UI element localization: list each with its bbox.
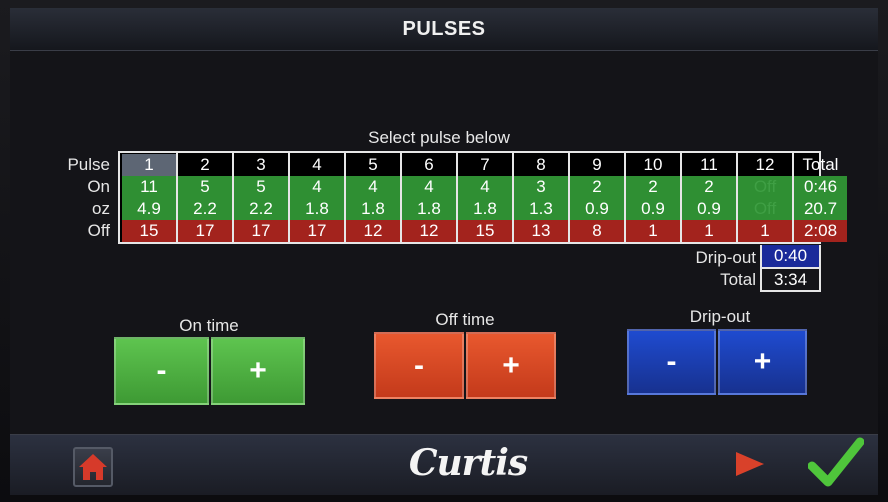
- row-label-pulse: Pulse: [67, 155, 110, 174]
- pulse-3-num-cell[interactable]: 3: [234, 154, 288, 176]
- home-icon: [79, 454, 107, 480]
- pulse-9-num-cell[interactable]: 9: [570, 154, 624, 176]
- pulse-4-off-cell: 17: [290, 220, 344, 242]
- pulse-6-on-cell: 4: [402, 176, 456, 198]
- header-bar: PULSES: [10, 8, 878, 51]
- pulse-2-num-cell[interactable]: 2: [178, 154, 232, 176]
- row-label-oz: oz: [92, 199, 110, 218]
- off-time-plus-button[interactable]: +: [466, 332, 556, 399]
- pulse-11-off-cell: 1: [682, 220, 736, 242]
- pulse-11-oz-cell: 0.9: [682, 198, 736, 220]
- on-time-plus-button[interactable]: +: [211, 337, 305, 405]
- pulse-table: 1 11 4.9 15 2 5 2.2 17 3 5 2.2 17 4 4 1.8 17 5 4 1.8 12 6 4 1.…: [118, 151, 847, 244]
- pulse-10-on-cell: 2: [626, 176, 680, 198]
- pulse-5-oz-cell: 1.8: [346, 198, 400, 220]
- pulse-5-on-cell: 4: [346, 176, 400, 198]
- drip-out-minus-button[interactable]: -: [627, 329, 716, 395]
- pulse-5-off-cell: 12: [346, 220, 400, 242]
- pulse-3-oz-cell: 2.2: [234, 198, 288, 220]
- drip-out-control-label: Drip-out: [689, 307, 751, 326]
- pulse-6-oz-cell: 1.8: [402, 198, 456, 220]
- pulse-9-on-cell: 2: [570, 176, 624, 198]
- pulse-12-oz-cell: Off: [738, 198, 792, 220]
- curtis-logo: Curtis: [408, 442, 528, 484]
- pulse-7-num-cell[interactable]: 7: [458, 154, 512, 176]
- pulse-6-num-cell[interactable]: 6: [402, 154, 456, 176]
- pulse-8-num-cell[interactable]: 8: [514, 154, 568, 176]
- total-off-cell: 2:08: [794, 220, 847, 242]
- pulse-3-on-cell: 5: [234, 176, 288, 198]
- drip-out-summary: 0:40 3:34: [760, 245, 821, 292]
- total-label-cell: Total: [802, 155, 839, 174]
- row-label-on: On: [87, 177, 110, 196]
- home-button[interactable]: [73, 447, 113, 487]
- pulse-4-on-cell: 4: [290, 176, 344, 198]
- pulse-11-num-cell[interactable]: 11: [682, 154, 736, 176]
- pulse-12-on-cell: Off: [738, 176, 792, 198]
- row-label-off: Off: [87, 221, 110, 240]
- pulse-5-num-cell[interactable]: 5: [346, 154, 400, 176]
- pulse-1-oz-cell: 4.9: [122, 198, 176, 220]
- pulse-7-on-cell: 4: [458, 176, 512, 198]
- play-arrow-icon[interactable]: [732, 449, 768, 479]
- pulse-10-num-cell[interactable]: 10: [626, 154, 680, 176]
- pulse-8-oz-cell: 1.3: [514, 198, 568, 220]
- pulse-2-oz-cell: 2.2: [178, 198, 232, 220]
- off-time-minus-button[interactable]: -: [374, 332, 464, 399]
- pulse-2-off-cell: 17: [178, 220, 232, 242]
- pulse-1-num-cell[interactable]: 1: [122, 154, 176, 176]
- pulse-9-off-cell: 8: [570, 220, 624, 242]
- pulse-6-off-cell: 12: [402, 220, 456, 242]
- on-time-minus-button[interactable]: -: [114, 337, 209, 405]
- total-time-label: Total: [720, 270, 756, 289]
- pulse-10-oz-cell: 0.9: [626, 198, 680, 220]
- pulse-12-num-cell[interactable]: 12: [738, 154, 792, 176]
- pulse-11-on-cell: 2: [682, 176, 736, 198]
- pulse-12-off-cell: 1: [738, 220, 792, 242]
- pulse-3-off-cell: 17: [234, 220, 288, 242]
- pulse-7-off-cell: 15: [458, 220, 512, 242]
- total-oz-cell: 20.7: [794, 198, 847, 220]
- pulse-8-off-cell: 13: [514, 220, 568, 242]
- page-title: PULSES: [402, 18, 486, 40]
- pulse-2-on-cell: 5: [178, 176, 232, 198]
- off-time-label: Off time: [435, 310, 495, 329]
- total-time-value: 3:34: [773, 270, 808, 289]
- total-on-cell: 0:46: [794, 176, 847, 198]
- pulse-9-oz-cell: 0.9: [570, 198, 624, 220]
- pulse-10-off-cell: 1: [626, 220, 680, 242]
- on-time-label: On time: [179, 316, 239, 335]
- pulse-4-oz-cell: 1.8: [290, 198, 344, 220]
- pulse-8-on-cell: 3: [514, 176, 568, 198]
- drip-out-value: 0:40: [762, 245, 819, 269]
- pulse-7-oz-cell: 1.8: [458, 198, 512, 220]
- pulse-1-on-cell: 11: [122, 176, 176, 198]
- row-labels: Pulse On oz Off: [48, 154, 110, 242]
- checkmark-icon[interactable]: [808, 436, 864, 488]
- drip-out-label: Drip-out: [695, 248, 756, 267]
- pulse-4-num-cell[interactable]: 4: [290, 154, 344, 176]
- pulse-1-off-cell: 15: [122, 220, 176, 242]
- screen: PULSES Select pulse below Pulse On oz Of…: [10, 8, 878, 495]
- select-pulse-prompt: Select pulse below: [368, 128, 510, 147]
- drip-out-plus-button[interactable]: +: [718, 329, 807, 395]
